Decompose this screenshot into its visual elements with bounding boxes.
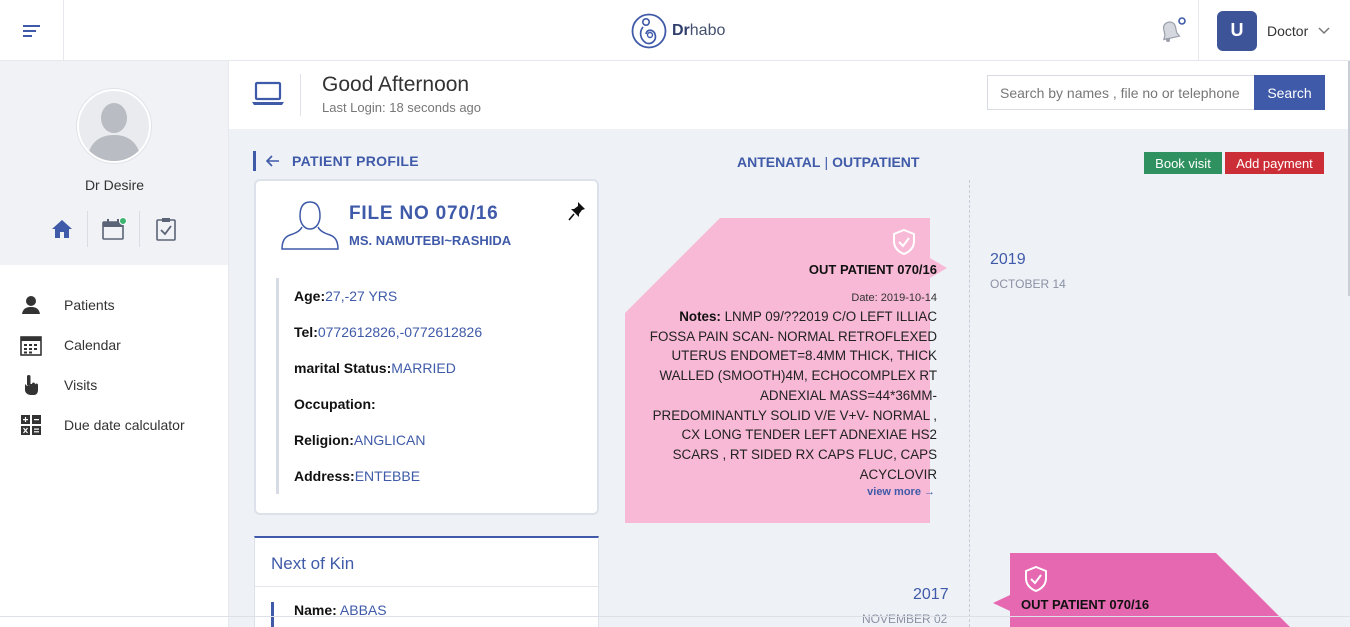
visit-title: OUT PATIENT 070/16	[1021, 597, 1150, 612]
sidebar-profile: Dr Desire	[0, 61, 228, 265]
mother-baby-logo-icon	[631, 13, 667, 49]
view-more-link[interactable]: view more →	[867, 486, 935, 498]
search-button[interactable]: Search	[1254, 75, 1325, 110]
sidebar-item-patients[interactable]: Patients	[0, 285, 228, 325]
app-logo-text: Drhabo	[672, 22, 726, 39]
pushpin-icon[interactable]	[568, 201, 586, 221]
tab-antenatal[interactable]: ANTENATAL	[737, 154, 820, 170]
calendar-grid-icon	[20, 336, 42, 356]
appointments-button[interactable]	[88, 211, 140, 247]
visit-notes: Notes: LNMP 09/??2019 C/O LEFT ILLIAC FO…	[649, 309, 937, 482]
file-number: FILE NO 070/16	[349, 203, 499, 224]
calculator-icon	[21, 415, 41, 435]
laptop-icon	[252, 81, 284, 105]
arrow-left-icon[interactable]	[266, 155, 280, 167]
detail-marital-status: marital Status: MARRIED	[276, 350, 482, 386]
detail-religion: Religion: ANGLICAN	[276, 422, 482, 458]
next-of-kin-card: Next of Kin Name: ABBAS	[254, 536, 599, 627]
shield-check-icon	[1025, 565, 1047, 593]
shield-check-icon	[893, 228, 915, 256]
header-divider	[300, 74, 301, 116]
breadcrumb-label: PATIENT PROFILE	[292, 153, 419, 169]
detail-occupation: Occupation:	[276, 386, 482, 422]
next-of-kin-title: Next of Kin	[271, 554, 355, 573]
detail-age: Age: 27,-27 YRS	[276, 278, 482, 314]
visit-date: Date: 2019-10-14	[851, 292, 937, 304]
home-icon	[51, 220, 72, 238]
bell-icon	[1162, 17, 1186, 42]
breadcrumb: PATIENT PROFILE	[253, 151, 419, 171]
user-icon	[22, 296, 40, 314]
user-avatar: U	[1217, 10, 1257, 51]
tab-outpatient[interactable]: OUTPATIENT	[832, 154, 919, 170]
timeline-date: NOVEMBER 02	[862, 612, 948, 626]
page-header: Good Afternoon Last Login: 18 seconds ag…	[229, 61, 1350, 129]
home-button[interactable]	[36, 211, 88, 247]
menu-icon	[22, 24, 40, 37]
person-silhouette-icon	[87, 103, 141, 161]
clipboard-check-icon	[156, 218, 176, 241]
page-title: Good Afternoon	[322, 73, 470, 96]
tasks-button[interactable]	[140, 211, 192, 247]
doctor-name: Dr Desire	[84, 177, 145, 193]
sidebar-item-calendar[interactable]: Calendar	[0, 325, 228, 365]
book-visit-button[interactable]: Book visit	[1144, 152, 1222, 174]
sidebar-item-label: Calendar	[64, 337, 121, 353]
search-input[interactable]	[987, 75, 1254, 110]
app-logo[interactable]: Drhabo	[630, 12, 725, 50]
patient-details: Age: 27,-27 YRS Tel: 0772612826,-07726128…	[276, 278, 482, 494]
timeline-card[interactable]: OUT PATIENT 070/16 Date: 2019-10-14 Note…	[625, 218, 947, 523]
timeline-year: 2017	[913, 586, 949, 603]
top-bar: Drhabo U Doctor	[0, 0, 1350, 61]
timeline-line	[969, 180, 970, 627]
sidebar-item-label: Due date calculator	[64, 417, 185, 433]
timeline-date: OCTOBER 14	[990, 277, 1066, 291]
user-menu[interactable]: U Doctor	[1198, 0, 1350, 61]
notifications-button[interactable]	[1156, 16, 1190, 49]
quick-actions	[36, 211, 192, 247]
add-payment-button[interactable]: Add payment	[1225, 152, 1324, 174]
sidebar-item-visits[interactable]: Visits	[0, 365, 228, 405]
kin-name-row: Name: ABBAS	[271, 602, 387, 627]
divider	[0, 616, 1350, 617]
visit-title: OUT PATIENT 070/16	[808, 262, 937, 277]
detail-tel: Tel: 0772612826,-0772612826	[276, 314, 482, 350]
patient-avatar-icon	[281, 201, 339, 250]
last-login-text: Last Login: 18 seconds ago	[322, 100, 482, 115]
tab-separator: |	[824, 154, 829, 170]
timeline-year: 2019	[990, 251, 1026, 268]
patient-name: MS. NAMUTEBI~RASHIDA	[349, 233, 512, 248]
divider	[255, 586, 598, 587]
chevron-down-icon	[1318, 26, 1330, 34]
sidebar-item-label: Patients	[64, 297, 115, 313]
patient-profile-card: FILE NO 070/16 MS. NAMUTEBI~RASHIDA Age:…	[254, 179, 599, 515]
doctor-avatar	[77, 89, 151, 163]
profile-tabs: ANTENATAL | OUTPATIENT	[737, 154, 919, 170]
user-name: Doctor	[1267, 22, 1309, 39]
sidebar-item-label: Visits	[64, 377, 98, 393]
pointer-hand-icon	[25, 375, 38, 395]
sidebar-nav: Patients Calendar Visits Due date calcul…	[0, 265, 228, 445]
calendar-icon	[101, 217, 127, 240]
sidebar: Dr Desire Patients Calendar Visits Due d…	[0, 61, 229, 627]
sidebar-item-due-date-calculator[interactable]: Due date calculator	[0, 405, 228, 445]
detail-address: Address: ENTEBBE	[276, 458, 482, 494]
menu-toggle-button[interactable]	[0, 0, 64, 61]
